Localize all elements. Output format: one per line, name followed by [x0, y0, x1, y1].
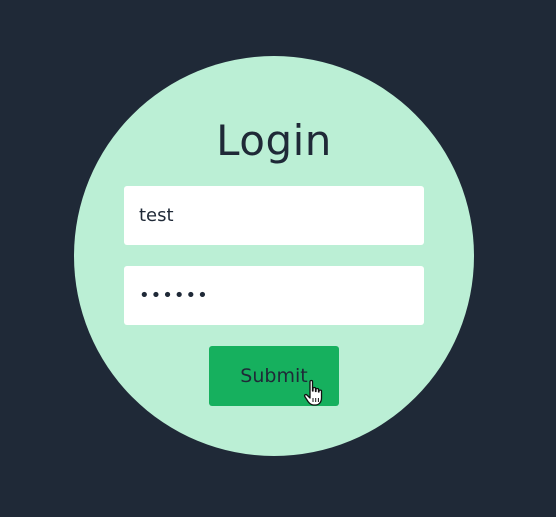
login-page: Login Submit	[0, 0, 556, 517]
password-input[interactable]	[124, 266, 424, 325]
username-input[interactable]	[124, 186, 424, 245]
hand-pointer-icon	[303, 379, 323, 406]
login-title: Login	[216, 116, 332, 165]
